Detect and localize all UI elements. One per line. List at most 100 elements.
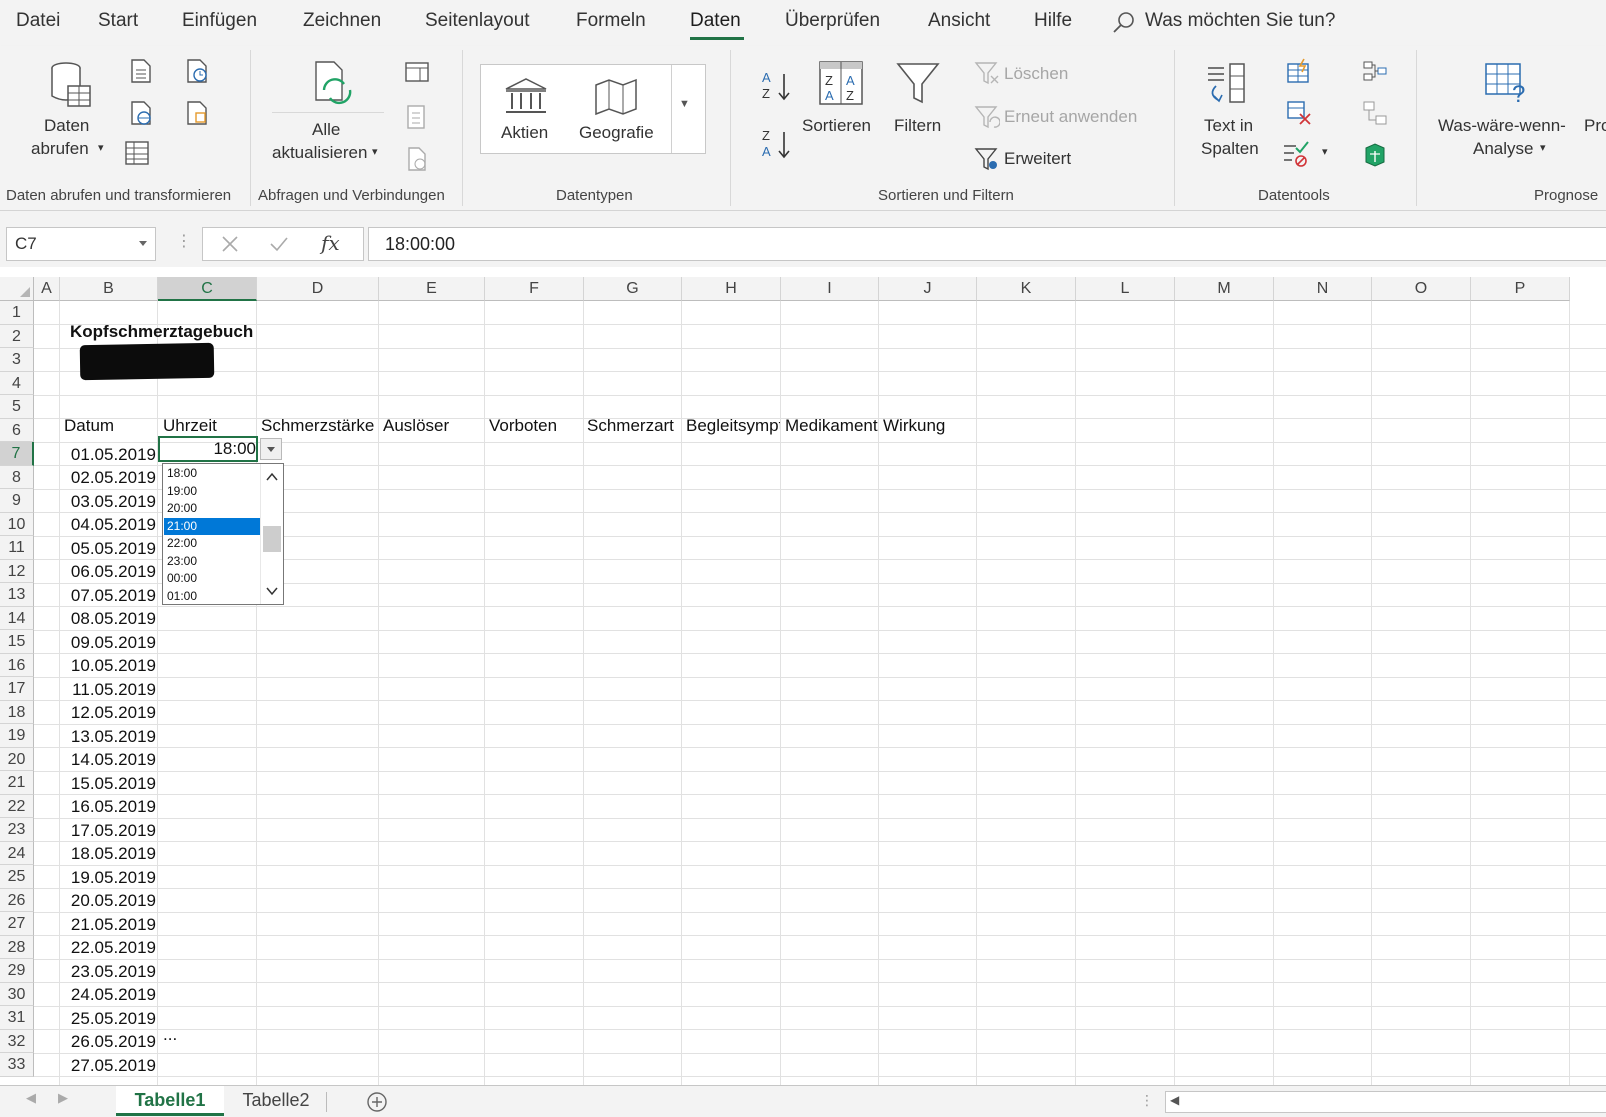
- split-grip-icon[interactable]: ⋮: [1140, 1092, 1154, 1109]
- row-header-2[interactable]: 2: [0, 324, 34, 348]
- text-to-columns-label-1[interactable]: Text in: [1204, 114, 1253, 137]
- header-schmerzstaerke[interactable]: Schmerzstärke: [261, 414, 374, 437]
- validation-dropdown-button[interactable]: [260, 438, 282, 460]
- row-header-19[interactable]: 19: [0, 724, 34, 748]
- what-if-label-1[interactable]: Was-wäre-wenn-: [1438, 114, 1566, 137]
- date-cell[interactable]: 12.05.2019: [60, 701, 156, 724]
- date-cell[interactable]: 15.05.2019: [60, 772, 156, 795]
- what-if-label-2[interactable]: Analyse: [1473, 137, 1533, 160]
- sort-label[interactable]: Sortieren: [802, 114, 871, 137]
- date-cell[interactable]: 02.05.2019: [60, 466, 156, 489]
- refresh-all-icon[interactable]: [310, 60, 356, 110]
- data-validation-dropdown-icon[interactable]: ▾: [1322, 141, 1328, 164]
- menu-start[interactable]: Start: [98, 10, 138, 32]
- menu-ueberpruefen[interactable]: Überprüfen: [785, 10, 880, 32]
- dropdown-scrollbar[interactable]: [260, 464, 283, 604]
- select-all-corner[interactable]: [0, 277, 34, 301]
- remove-duplicates-icon[interactable]: [1286, 100, 1312, 126]
- sheet-tab-tabelle1[interactable]: Tabelle1: [116, 1086, 224, 1116]
- date-cell[interactable]: 23.05.2019: [60, 960, 156, 983]
- row-header-30[interactable]: 30: [0, 982, 34, 1006]
- advanced-label[interactable]: Erweitert: [1004, 147, 1071, 170]
- row-header-5[interactable]: 5: [0, 395, 34, 419]
- sort-descending-icon[interactable]: Z A: [760, 126, 794, 162]
- scroll-up-icon[interactable]: [266, 472, 278, 482]
- flash-fill-icon[interactable]: [1286, 58, 1312, 84]
- data-validation-icon[interactable]: [1282, 140, 1310, 168]
- dropdown-option[interactable]: 19:00: [164, 483, 262, 500]
- tab-scroll-left-icon[interactable]: ◀: [26, 1090, 36, 1106]
- row-header-9[interactable]: 9: [0, 489, 34, 513]
- column-header-c[interactable]: C: [158, 277, 257, 301]
- c32-value[interactable]: ...: [163, 1023, 177, 1046]
- header-ausloeser[interactable]: Auslöser: [383, 414, 449, 437]
- name-box-dropdown-icon[interactable]: [139, 241, 147, 246]
- lightbulb-search-icon[interactable]: [1111, 10, 1137, 36]
- from-text-icon[interactable]: [128, 58, 154, 84]
- menu-hilfe[interactable]: Hilfe: [1034, 10, 1072, 32]
- sort-dialog-icon[interactable]: Z A A Z: [818, 60, 864, 106]
- row-header-31[interactable]: 31: [0, 1006, 34, 1030]
- row-header-14[interactable]: 14: [0, 606, 34, 630]
- what-if-analysis-icon[interactable]: ?: [1484, 60, 1530, 106]
- date-cell[interactable]: 20.05.2019: [60, 889, 156, 912]
- row-header-27[interactable]: 27: [0, 912, 34, 936]
- tell-me-input[interactable]: Was möchten Sie tun?: [1145, 10, 1335, 32]
- column-header-h[interactable]: H: [682, 277, 781, 301]
- existing-connections-icon[interactable]: [184, 100, 210, 126]
- dropdown-option[interactable]: 20:00: [164, 500, 262, 517]
- date-cell[interactable]: 25.05.2019: [60, 1007, 156, 1030]
- row-header-7[interactable]: 7: [0, 442, 34, 466]
- row-header-8[interactable]: 8: [0, 465, 34, 489]
- sheet-title-cell[interactable]: Kopfschmerztagebuch: [70, 320, 253, 343]
- date-cell[interactable]: 01.05.2019: [60, 443, 156, 466]
- cancel-icon[interactable]: [221, 235, 239, 253]
- date-cell[interactable]: 10.05.2019: [60, 654, 156, 677]
- row-header-21[interactable]: 21: [0, 771, 34, 795]
- header-datum[interactable]: Datum: [64, 414, 114, 437]
- row-header-16[interactable]: 16: [0, 653, 34, 677]
- date-cell[interactable]: 24.05.2019: [60, 983, 156, 1006]
- date-cell[interactable]: 03.05.2019: [60, 490, 156, 513]
- geography-map-icon[interactable]: [593, 77, 639, 117]
- header-vorboten[interactable]: Vorboten: [489, 414, 557, 437]
- insert-function-icon[interactable]: fx: [321, 231, 340, 255]
- refresh-all-label-2[interactable]: aktualisieren: [272, 141, 367, 164]
- date-cell[interactable]: 26.05.2019: [60, 1030, 156, 1053]
- date-cell[interactable]: 09.05.2019: [60, 631, 156, 654]
- filter-label[interactable]: Filtern: [894, 114, 941, 137]
- row-header-15[interactable]: 15: [0, 630, 34, 654]
- gallery-more-icon[interactable]: ▼: [679, 93, 690, 116]
- queries-connections-icon[interactable]: [404, 60, 430, 84]
- date-cell[interactable]: 16.05.2019: [60, 795, 156, 818]
- get-data-label-1[interactable]: Daten: [44, 114, 89, 137]
- row-header-18[interactable]: 18: [0, 700, 34, 724]
- column-header-i[interactable]: I: [781, 277, 879, 301]
- column-header-o[interactable]: O: [1372, 277, 1471, 301]
- menu-formeln[interactable]: Formeln: [576, 10, 646, 32]
- column-header-e[interactable]: E: [379, 277, 485, 301]
- sheet-tab-tabelle2[interactable]: Tabelle2: [226, 1086, 326, 1116]
- row-header-25[interactable]: 25: [0, 865, 34, 889]
- date-cell[interactable]: 04.05.2019: [60, 513, 156, 536]
- menu-zeichnen[interactable]: Zeichnen: [303, 10, 381, 32]
- date-cell[interactable]: 19.05.2019: [60, 866, 156, 889]
- enter-check-icon[interactable]: [269, 235, 289, 253]
- column-header-a[interactable]: A: [34, 277, 60, 301]
- refresh-dropdown-icon[interactable]: ▾: [372, 141, 378, 164]
- date-cell[interactable]: 08.05.2019: [60, 607, 156, 630]
- filter-funnel-icon[interactable]: [896, 60, 940, 108]
- add-sheet-icon[interactable]: [366, 1091, 388, 1113]
- hscroll-left-icon[interactable]: ◀: [1170, 1093, 1179, 1107]
- header-medikament[interactable]: Medikament: [785, 414, 879, 437]
- what-if-dropdown-icon[interactable]: ▾: [1540, 137, 1546, 160]
- column-header-b[interactable]: B: [60, 277, 158, 301]
- tab-scroll-right-icon[interactable]: ▶: [58, 1090, 68, 1106]
- menu-seitenlayout[interactable]: Seitenlayout: [425, 10, 530, 32]
- from-web-icon[interactable]: [128, 100, 154, 126]
- date-cell[interactable]: 07.05.2019: [60, 584, 156, 607]
- date-cell[interactable]: 22.05.2019: [60, 936, 156, 959]
- header-wirkung[interactable]: Wirkung: [883, 414, 945, 437]
- menu-ansicht[interactable]: Ansicht: [928, 10, 990, 32]
- recent-sources-icon[interactable]: [184, 58, 210, 84]
